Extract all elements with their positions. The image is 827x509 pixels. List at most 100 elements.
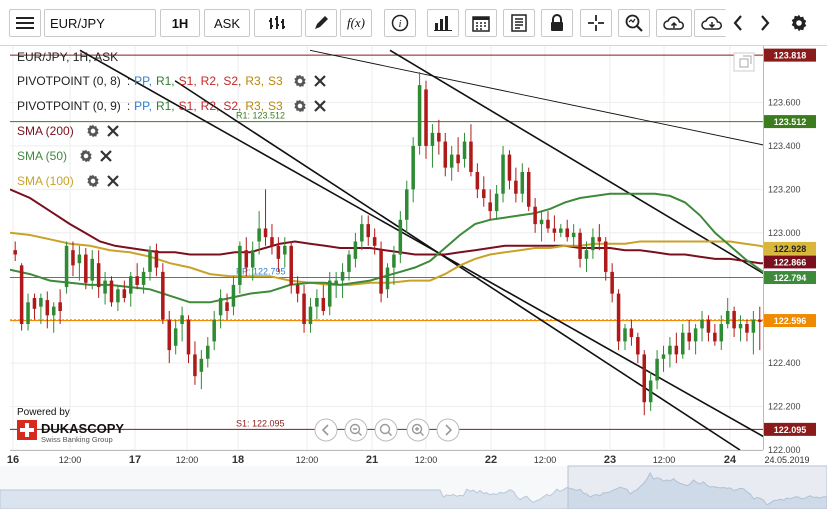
- candle-body: [616, 293, 621, 342]
- news-button[interactable]: [503, 9, 535, 37]
- candle-body: [218, 297, 223, 316]
- close-icon[interactable]: [99, 149, 113, 163]
- candle-body: [449, 154, 454, 168]
- candle-body: [302, 293, 306, 325]
- candle-body: [51, 306, 56, 316]
- candle-body: [706, 319, 711, 333]
- chevron-left-icon: [733, 15, 742, 31]
- candle-body: [340, 271, 345, 281]
- draw-button[interactable]: [305, 9, 337, 37]
- candle-body: [116, 289, 120, 303]
- candle-body: [283, 245, 287, 255]
- y-tick-label: 122.000: [768, 445, 801, 455]
- cloud-upload-button[interactable]: [656, 9, 692, 37]
- x-tick-label: 12:00: [176, 455, 199, 465]
- candle-body: [758, 319, 762, 322]
- info-button[interactable]: i: [384, 9, 416, 37]
- dukascopy-logo[interactable]: DUKASCOPY Swiss Banking Group: [17, 418, 127, 444]
- pivot-legend-item: S3: [268, 99, 283, 113]
- zoom-reset-button[interactable]: [374, 418, 398, 442]
- x-tick-label: 17: [129, 454, 141, 466]
- pan-left-button[interactable]: [314, 418, 338, 442]
- sma50-legend-label: SMA (50): [17, 149, 68, 163]
- pivot-legend-item: S2,: [223, 74, 242, 88]
- candle-body: [270, 237, 274, 246]
- close-icon[interactable]: [106, 124, 120, 138]
- candle-body: [71, 250, 75, 266]
- candle-body: [96, 263, 101, 288]
- instrument-select[interactable]: EUR/JPY: [44, 9, 156, 37]
- candle-body: [456, 154, 460, 164]
- pivot-legend-item: R2,: [200, 99, 220, 113]
- candle-body: [636, 337, 640, 355]
- close-icon[interactable]: [313, 99, 327, 113]
- zoom-in-button[interactable]: [406, 418, 430, 442]
- gear-icon[interactable]: [86, 124, 100, 138]
- scroll-right-button[interactable]: [752, 9, 778, 37]
- period-button[interactable]: 1H: [160, 9, 200, 37]
- candle-body: [610, 271, 614, 294]
- candle-body: [603, 241, 608, 272]
- candle-body: [475, 171, 480, 190]
- candle-body: [13, 250, 17, 255]
- candle-body: [128, 276, 133, 294]
- candle-body: [494, 193, 499, 212]
- price-tag-label: 122.095: [774, 425, 807, 435]
- candle-body: [257, 228, 261, 242]
- scroll-left-button[interactable]: [725, 9, 751, 37]
- pan-right-button[interactable]: [436, 418, 460, 442]
- candle-body: [353, 241, 358, 259]
- side-label: ASK: [213, 15, 240, 31]
- x-tick-label: 23: [604, 454, 616, 466]
- pivot-legend-item: S2,: [223, 99, 242, 113]
- gear-icon[interactable]: [293, 99, 307, 113]
- candle-body: [565, 228, 569, 238]
- candle-body: [206, 345, 210, 359]
- crosshair-icon: [588, 15, 604, 31]
- candle-body: [680, 332, 685, 355]
- function-button[interactable]: f(x): [340, 9, 372, 37]
- candle-body: [507, 154, 512, 181]
- svg-text:DUKASCOPY: DUKASCOPY: [41, 421, 124, 436]
- x-date-label: 24.05.2019: [764, 455, 809, 465]
- candle-body: [321, 297, 326, 311]
- svg-text:Swiss Banking Group: Swiss Banking Group: [41, 435, 113, 444]
- candle-body: [360, 224, 364, 242]
- pivot-legend-item: S1,: [178, 74, 197, 88]
- settings-button[interactable]: [786, 9, 812, 37]
- lock-button[interactable]: [541, 9, 573, 37]
- candle-body: [469, 141, 473, 172]
- candle-body: [308, 306, 313, 325]
- side-button[interactable]: ASK: [204, 9, 250, 37]
- candle-body: [84, 254, 88, 283]
- calendar-button[interactable]: [465, 9, 497, 37]
- candle-body: [623, 328, 627, 342]
- candle-body: [430, 132, 435, 146]
- zoom-button[interactable]: [618, 9, 650, 37]
- bar-style-button[interactable]: [254, 9, 302, 37]
- candle-body: [289, 245, 293, 285]
- zoom-out-button[interactable]: [344, 418, 368, 442]
- gear-icon[interactable]: [86, 174, 100, 188]
- close-icon[interactable]: [106, 174, 120, 188]
- candle-body: [19, 265, 24, 325]
- pivot-legend-item: S1,: [178, 99, 197, 113]
- x-tick-label: 12:00: [415, 455, 438, 465]
- maximize-button[interactable]: [733, 52, 755, 72]
- sma200-legend-label: SMA (200): [17, 124, 74, 138]
- news-icon: [511, 14, 527, 32]
- gear-icon[interactable]: [293, 74, 307, 88]
- close-icon[interactable]: [313, 74, 327, 88]
- candle-body: [250, 250, 255, 268]
- volume-button[interactable]: [427, 9, 459, 37]
- candle-body: [263, 228, 268, 238]
- navigator-window[interactable]: [567, 465, 827, 509]
- pivot-legend-1-name: PIVOTPOINT (0, 8): [17, 74, 121, 88]
- crosshair-button[interactable]: [580, 9, 612, 37]
- price-tag-label: 123.512: [774, 117, 807, 127]
- gear-icon[interactable]: [79, 149, 93, 163]
- svg-text:i: i: [398, 18, 401, 30]
- candle-body: [713, 332, 717, 342]
- candle-body: [559, 228, 563, 233]
- menu-button[interactable]: [9, 9, 41, 37]
